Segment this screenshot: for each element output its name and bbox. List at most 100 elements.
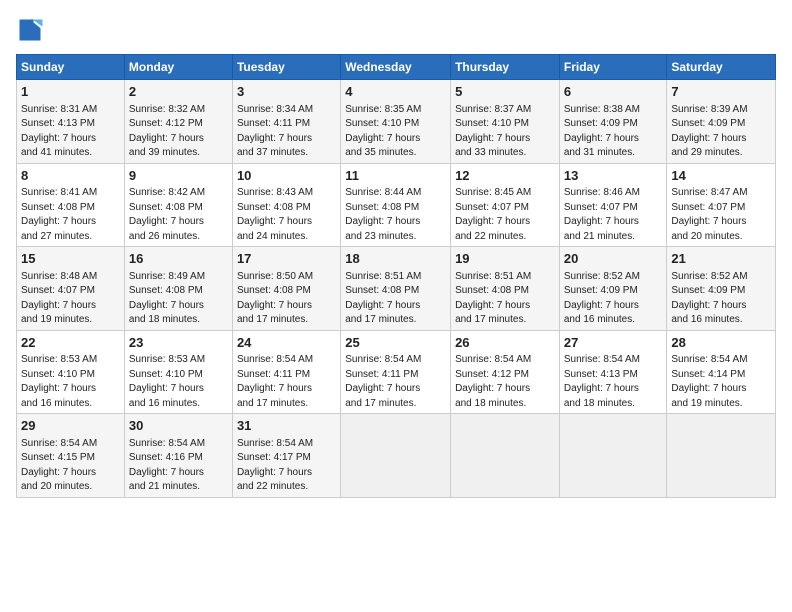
day-cell: 10Sunrise: 8:43 AM Sunset: 4:08 PM Dayli… xyxy=(232,163,340,247)
week-row-4: 22 Sunrise: 8:53 AM Sunset: 4:10 PM Dayli… xyxy=(17,330,776,414)
col-header-sunday: Sunday xyxy=(17,55,125,80)
day-info: Sunrise: 8:41 AM Sunset: 4:08 PM Dayligh… xyxy=(21,187,97,242)
logo-icon xyxy=(16,16,44,44)
day-number: 29 xyxy=(21,417,120,435)
day-number: 18 xyxy=(345,250,446,268)
day-info: Sunrise: 8:38 AM Sunset: 4:09 PM Dayligh… xyxy=(564,104,640,159)
week-row-2: 8 Sunrise: 8:41 AM Sunset: 4:08 PM Daylig… xyxy=(17,163,776,247)
day-number: 5 xyxy=(455,83,555,101)
day-number: 9 xyxy=(129,167,228,185)
calendar-table: SundayMondayTuesdayWednesdayThursdayFrid… xyxy=(16,54,776,498)
day-number: 26 xyxy=(455,334,555,352)
day-info: Sunrise: 8:32 AM Sunset: 4:12 PM Dayligh… xyxy=(129,104,205,159)
week-row-3: 15Sunrise: 8:48 AM Sunset: 4:07 PM Dayli… xyxy=(17,247,776,331)
day-number: 30 xyxy=(129,417,228,435)
day-info: Sunrise: 8:44 AM Sunset: 4:08 PM Dayligh… xyxy=(345,187,421,242)
day-cell: 2 Sunrise: 8:32 AM Sunset: 4:12 PM Daylig… xyxy=(124,80,232,164)
day-cell: 22 Sunrise: 8:53 AM Sunset: 4:10 PM Dayli… xyxy=(17,330,125,414)
day-cell: 29 Sunrise: 8:54 AM Sunset: 4:15 PM Dayli… xyxy=(17,414,125,498)
day-cell: 19 Sunrise: 8:51 AM Sunset: 4:08 PM Dayli… xyxy=(451,247,560,331)
header xyxy=(16,16,776,44)
day-number: 16 xyxy=(129,250,228,268)
day-number: 17 xyxy=(237,250,336,268)
week-row-5: 29 Sunrise: 8:54 AM Sunset: 4:15 PM Dayli… xyxy=(17,414,776,498)
day-info: Sunrise: 8:52 AM Sunset: 4:09 PM Dayligh… xyxy=(564,271,640,326)
day-info: Sunrise: 8:47 AM Sunset: 4:07 PM Dayligh… xyxy=(671,187,747,242)
day-cell: 31 Sunrise: 8:54 AM Sunset: 4:17 PM Dayli… xyxy=(232,414,340,498)
day-cell xyxy=(341,414,451,498)
day-cell: 20 Sunrise: 8:52 AM Sunset: 4:09 PM Dayli… xyxy=(559,247,667,331)
day-number: 24 xyxy=(237,334,336,352)
day-number: 3 xyxy=(237,83,336,101)
day-number: 14 xyxy=(671,167,771,185)
day-cell: 15Sunrise: 8:48 AM Sunset: 4:07 PM Dayli… xyxy=(17,247,125,331)
day-cell: 26Sunrise: 8:54 AM Sunset: 4:12 PM Dayli… xyxy=(451,330,560,414)
day-number: 20 xyxy=(564,250,663,268)
day-cell: 25 Sunrise: 8:54 AM Sunset: 4:11 PM Dayli… xyxy=(341,330,451,414)
day-cell: 16 Sunrise: 8:49 AM Sunset: 4:08 PM Dayli… xyxy=(124,247,232,331)
day-info: Sunrise: 8:31 AM Sunset: 4:13 PM Dayligh… xyxy=(21,104,97,159)
col-header-wednesday: Wednesday xyxy=(341,55,451,80)
day-cell: 7Sunrise: 8:39 AM Sunset: 4:09 PM Daylig… xyxy=(667,80,776,164)
day-cell: 11 Sunrise: 8:44 AM Sunset: 4:08 PM Dayli… xyxy=(341,163,451,247)
day-info: Sunrise: 8:37 AM Sunset: 4:10 PM Dayligh… xyxy=(455,104,531,159)
day-number: 22 xyxy=(21,334,120,352)
day-info: Sunrise: 8:46 AM Sunset: 4:07 PM Dayligh… xyxy=(564,187,640,242)
day-info: Sunrise: 8:49 AM Sunset: 4:08 PM Dayligh… xyxy=(129,271,205,326)
col-header-tuesday: Tuesday xyxy=(232,55,340,80)
col-header-monday: Monday xyxy=(124,55,232,80)
day-cell: 1 Sunrise: 8:31 AM Sunset: 4:13 PM Daylig… xyxy=(17,80,125,164)
day-info: Sunrise: 8:54 AM Sunset: 4:11 PM Dayligh… xyxy=(345,354,421,409)
day-number: 28 xyxy=(671,334,771,352)
day-number: 12 xyxy=(455,167,555,185)
day-number: 25 xyxy=(345,334,446,352)
day-number: 19 xyxy=(455,250,555,268)
col-header-thursday: Thursday xyxy=(451,55,560,80)
day-info: Sunrise: 8:45 AM Sunset: 4:07 PM Dayligh… xyxy=(455,187,531,242)
day-cell: 5 Sunrise: 8:37 AM Sunset: 4:10 PM Daylig… xyxy=(451,80,560,164)
day-cell: 24Sunrise: 8:54 AM Sunset: 4:11 PM Dayli… xyxy=(232,330,340,414)
day-cell: 27 Sunrise: 8:54 AM Sunset: 4:13 PM Dayli… xyxy=(559,330,667,414)
day-info: Sunrise: 8:53 AM Sunset: 4:10 PM Dayligh… xyxy=(129,354,205,409)
day-number: 2 xyxy=(129,83,228,101)
day-cell: 8 Sunrise: 8:41 AM Sunset: 4:08 PM Daylig… xyxy=(17,163,125,247)
day-cell: 12 Sunrise: 8:45 AM Sunset: 4:07 PM Dayli… xyxy=(451,163,560,247)
header-row: SundayMondayTuesdayWednesdayThursdayFrid… xyxy=(17,55,776,80)
day-number: 31 xyxy=(237,417,336,435)
day-number: 21 xyxy=(671,250,771,268)
day-cell: 9 Sunrise: 8:42 AM Sunset: 4:08 PM Daylig… xyxy=(124,163,232,247)
day-number: 23 xyxy=(129,334,228,352)
day-info: Sunrise: 8:53 AM Sunset: 4:10 PM Dayligh… xyxy=(21,354,97,409)
day-number: 1 xyxy=(21,83,120,101)
day-cell: 28 Sunrise: 8:54 AM Sunset: 4:14 PM Dayli… xyxy=(667,330,776,414)
day-number: 11 xyxy=(345,167,446,185)
day-number: 6 xyxy=(564,83,663,101)
day-info: Sunrise: 8:54 AM Sunset: 4:17 PM Dayligh… xyxy=(237,438,313,493)
day-cell xyxy=(559,414,667,498)
day-cell: 4 Sunrise: 8:35 AM Sunset: 4:10 PM Daylig… xyxy=(341,80,451,164)
day-info: Sunrise: 8:54 AM Sunset: 4:13 PM Dayligh… xyxy=(564,354,640,409)
day-info: Sunrise: 8:51 AM Sunset: 4:08 PM Dayligh… xyxy=(345,271,421,326)
week-row-1: 1 Sunrise: 8:31 AM Sunset: 4:13 PM Daylig… xyxy=(17,80,776,164)
day-cell: 13 Sunrise: 8:46 AM Sunset: 4:07 PM Dayli… xyxy=(559,163,667,247)
day-info: Sunrise: 8:54 AM Sunset: 4:15 PM Dayligh… xyxy=(21,438,97,493)
day-info: Sunrise: 8:54 AM Sunset: 4:14 PM Dayligh… xyxy=(671,354,747,409)
day-info: Sunrise: 8:54 AM Sunset: 4:16 PM Dayligh… xyxy=(129,438,205,493)
col-header-saturday: Saturday xyxy=(667,55,776,80)
day-cell xyxy=(667,414,776,498)
day-number: 8 xyxy=(21,167,120,185)
day-cell: 17 Sunrise: 8:50 AM Sunset: 4:08 PM Dayli… xyxy=(232,247,340,331)
col-header-friday: Friday xyxy=(559,55,667,80)
day-cell: 18 Sunrise: 8:51 AM Sunset: 4:08 PM Dayli… xyxy=(341,247,451,331)
day-cell: 3Sunrise: 8:34 AM Sunset: 4:11 PM Daylig… xyxy=(232,80,340,164)
day-info: Sunrise: 8:42 AM Sunset: 4:08 PM Dayligh… xyxy=(129,187,205,242)
day-cell xyxy=(451,414,560,498)
day-number: 13 xyxy=(564,167,663,185)
day-info: Sunrise: 8:51 AM Sunset: 4:08 PM Dayligh… xyxy=(455,271,531,326)
day-number: 27 xyxy=(564,334,663,352)
day-info: Sunrise: 8:35 AM Sunset: 4:10 PM Dayligh… xyxy=(345,104,421,159)
day-cell: 14 Sunrise: 8:47 AM Sunset: 4:07 PM Dayli… xyxy=(667,163,776,247)
day-cell: 21Sunrise: 8:52 AM Sunset: 4:09 PM Dayli… xyxy=(667,247,776,331)
day-number: 4 xyxy=(345,83,446,101)
day-info: Sunrise: 8:50 AM Sunset: 4:08 PM Dayligh… xyxy=(237,271,313,326)
